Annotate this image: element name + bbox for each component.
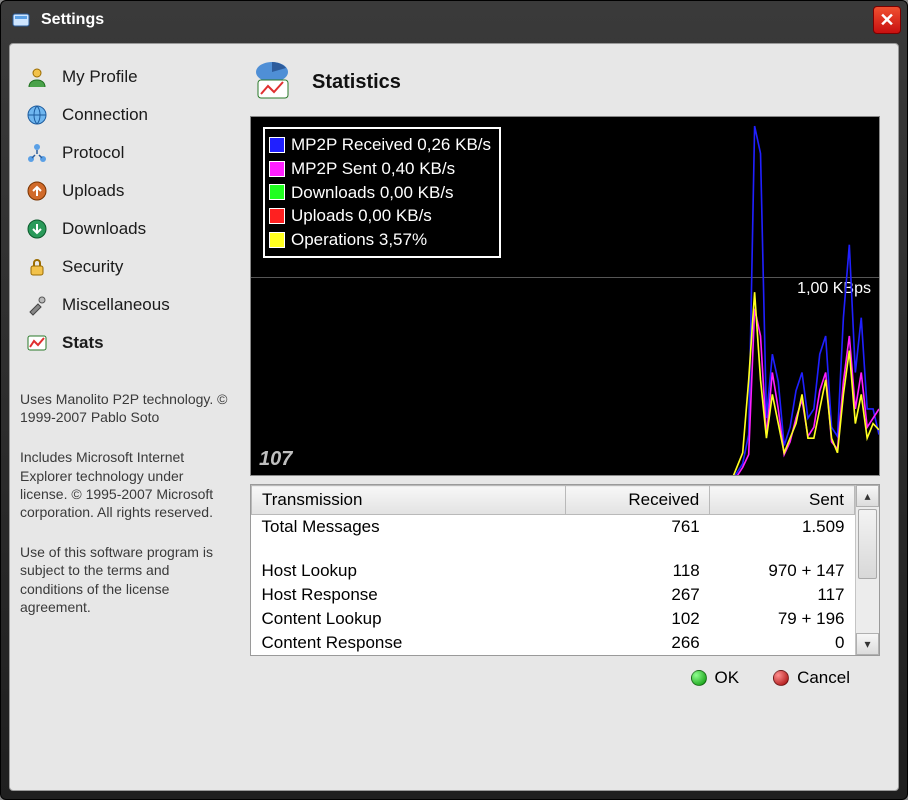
app-icon (11, 10, 31, 30)
close-button[interactable]: ✕ (873, 6, 901, 34)
lock-icon (24, 254, 50, 280)
titlebar[interactable]: Settings ✕ (1, 1, 907, 39)
window-title: Settings (41, 11, 104, 29)
legend-row: Operations 3,57% (269, 228, 491, 252)
legend-row: MP2P Sent 0,40 KB/s (269, 157, 491, 181)
stats-icon (24, 330, 50, 356)
sidebar-item-uploads[interactable]: Uploads (20, 172, 230, 210)
sidebar-item-downloads[interactable]: Downloads (20, 210, 230, 248)
cell-name: Host Response (252, 583, 566, 607)
legend-label: Uploads 0,00 KB/s (291, 204, 432, 228)
scrollbar-track[interactable] (856, 507, 879, 633)
sidebar-item-label: Security (62, 257, 123, 277)
legend-swatch-icon (269, 208, 285, 224)
cancel-label: Cancel (797, 668, 850, 688)
legend-swatch-icon (269, 184, 285, 200)
tools-icon (24, 292, 50, 318)
sidebar-item-label: Downloads (62, 219, 146, 239)
stats-header-icon (250, 60, 294, 104)
close-icon: ✕ (879, 10, 894, 31)
sidebar-item-label: Miscellaneous (62, 295, 170, 315)
stats-table: Transmission Received Sent Total Message… (251, 485, 855, 655)
cell-received: 761 (565, 515, 710, 540)
cell-received: 102 (565, 607, 710, 631)
legend-label: Downloads 0,00 KB/s (291, 181, 454, 205)
sidebar-item-stats[interactable]: Stats (20, 324, 230, 362)
cell-received: 267 (565, 583, 710, 607)
table-row: Total Messages7611.509 (252, 515, 855, 540)
scroll-down-arrow-icon[interactable]: ▾ (856, 633, 879, 655)
table-row: Content Response2660 (252, 631, 855, 655)
graph-counter: 107 (259, 448, 292, 471)
scroll-up-arrow-icon[interactable]: ▴ (856, 485, 879, 507)
person-icon (24, 64, 50, 90)
col-sent[interactable]: Sent (710, 486, 855, 515)
cancel-button[interactable]: Cancel (773, 668, 850, 688)
sidebar-note: Includes Microsoft Internet Explorer tec… (20, 448, 230, 521)
sidebar-note: Uses Manolito P2P technology. © 1999-200… (20, 390, 230, 426)
legend-label: Operations 3,57% (291, 228, 427, 252)
cell-name: Host Lookup (252, 559, 566, 583)
page-header: Statistics (250, 60, 880, 116)
table-row (252, 539, 855, 559)
sidebar-note: Use of this software program is subject … (20, 543, 230, 616)
legend-row: Downloads 0,00 KB/s (269, 181, 491, 205)
legend-label: MP2P Received 0,26 KB/s (291, 133, 491, 157)
globe-icon (24, 102, 50, 128)
table-row: Host Lookup118970 + 147 (252, 559, 855, 583)
graph-panel: MP2P Received 0,26 KB/sMP2P Sent 0,40 KB… (250, 116, 880, 476)
graph-legend: MP2P Received 0,26 KB/sMP2P Sent 0,40 KB… (263, 127, 501, 258)
cell-sent: 79 + 196 (710, 607, 855, 631)
legend-row: Uploads 0,00 KB/s (269, 204, 491, 228)
cancel-dot-icon (773, 670, 789, 686)
scrollbar-thumb[interactable] (858, 509, 877, 579)
cell-name: Content Lookup (252, 607, 566, 631)
cell-sent: 117 (710, 583, 855, 607)
legend-row: MP2P Received 0,26 KB/s (269, 133, 491, 157)
table-scrollbar[interactable]: ▴ ▾ (855, 485, 879, 655)
col-received[interactable]: Received (565, 486, 710, 515)
sidebar-item-my-profile[interactable]: My Profile (20, 58, 230, 96)
stats-table-wrap: Transmission Received Sent Total Message… (250, 484, 880, 656)
legend-swatch-icon (269, 232, 285, 248)
ok-label: OK (715, 668, 740, 688)
sidebar-item-label: Connection (62, 105, 148, 125)
legend-swatch-icon (269, 161, 285, 177)
download-icon (24, 216, 50, 242)
sidebar-item-label: Stats (62, 333, 104, 353)
upload-icon (24, 178, 50, 204)
sidebar-item-security[interactable]: Security (20, 248, 230, 286)
sidebar-item-label: Protocol (62, 143, 124, 163)
table-row: Host Response267117 (252, 583, 855, 607)
sidebar-item-miscellaneous[interactable]: Miscellaneous (20, 286, 230, 324)
sidebar-notes: Uses Manolito P2P technology. © 1999-200… (20, 390, 230, 638)
body: My Profile Connection Protocol Uploads Downl… (9, 43, 899, 791)
col-transmission[interactable]: Transmission (252, 486, 566, 515)
network-icon (24, 140, 50, 166)
table-row: Content Lookup10279 + 196 (252, 607, 855, 631)
button-bar: OK Cancel (250, 656, 880, 690)
sidebar-item-protocol[interactable]: Protocol (20, 134, 230, 172)
cell-sent: 970 + 147 (710, 559, 855, 583)
sidebar-item-label: Uploads (62, 181, 124, 201)
cell-received: 266 (565, 631, 710, 655)
cell-received: 118 (565, 559, 710, 583)
legend-label: MP2P Sent 0,40 KB/s (291, 157, 455, 181)
cell-sent: 0 (710, 631, 855, 655)
settings-window: Settings ✕ My Profile Connection Protocol U… (0, 0, 908, 800)
cell-name: Content Response (252, 631, 566, 655)
ok-button[interactable]: OK (691, 668, 740, 688)
cell-sent: 1.509 (710, 515, 855, 540)
sidebar-item-connection[interactable]: Connection (20, 96, 230, 134)
main-panel: Statistics MP2P Received 0,26 KB/sMP2P S… (240, 44, 898, 790)
cell-name: Total Messages (252, 515, 566, 540)
ok-dot-icon (691, 670, 707, 686)
sidebar: My Profile Connection Protocol Uploads Downl… (10, 44, 240, 790)
sidebar-item-label: My Profile (62, 67, 138, 87)
legend-swatch-icon (269, 137, 285, 153)
page-title: Statistics (312, 71, 401, 94)
